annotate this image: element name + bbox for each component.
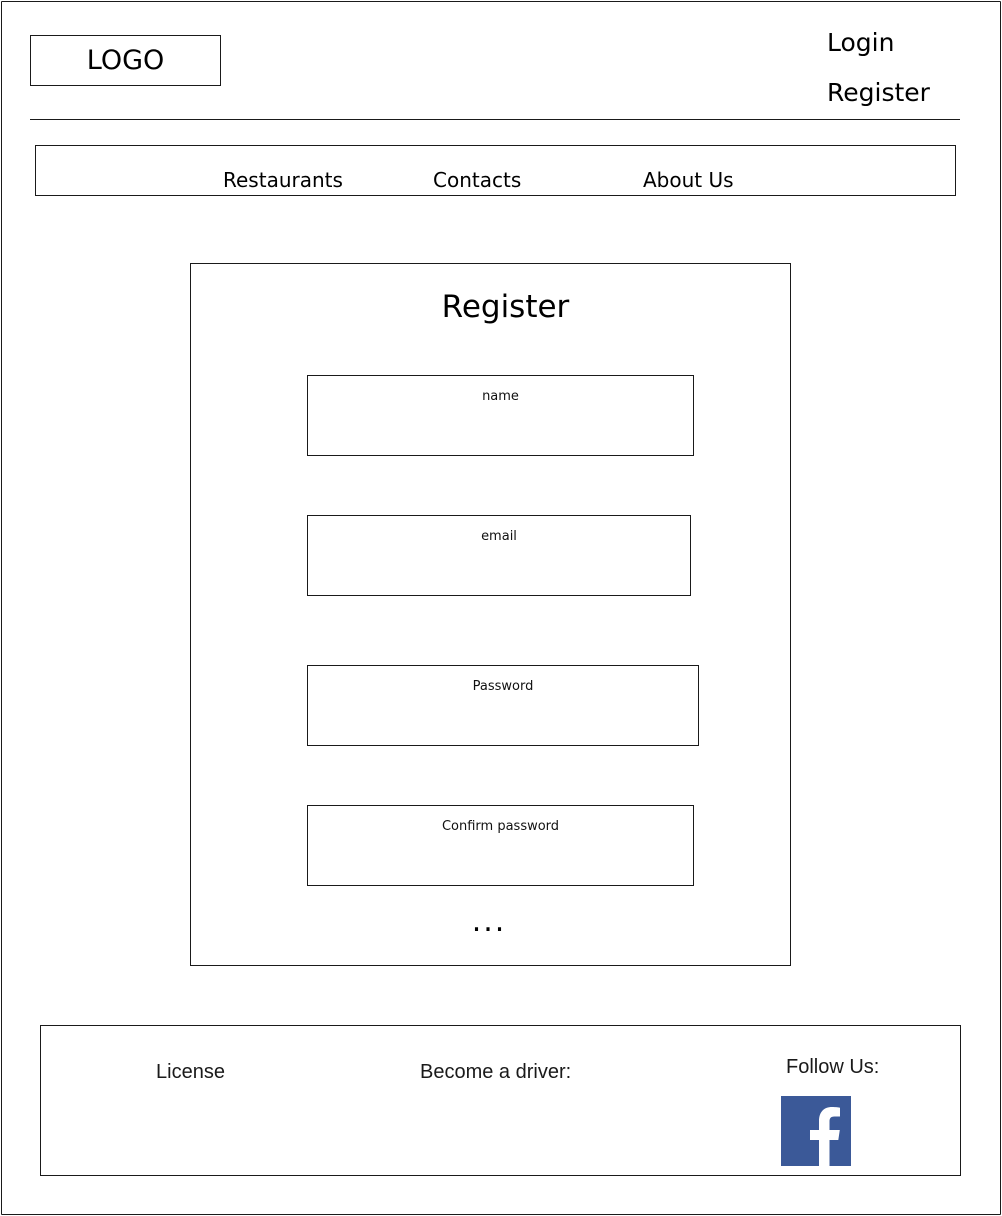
email-field-label: email	[481, 529, 517, 544]
nav-item-restaurants[interactable]: Restaurants	[223, 168, 343, 192]
login-link[interactable]: Login	[827, 28, 894, 57]
more-fields-indicator: ...	[471, 904, 507, 939]
confirm-password-field[interactable]: Confirm password	[307, 805, 694, 886]
register-title: Register	[441, 289, 570, 325]
register-card: Register name email Password Confirm pas…	[190, 263, 791, 966]
nav-item-contacts[interactable]: Contacts	[433, 168, 521, 192]
name-field-label: name	[482, 389, 519, 404]
facebook-icon[interactable]	[781, 1096, 851, 1166]
header-divider	[30, 119, 960, 120]
register-link[interactable]: Register	[827, 78, 930, 107]
nav-item-about-us[interactable]: About Us	[643, 168, 734, 192]
confirm-password-field-label: Confirm password	[441, 819, 560, 834]
email-field[interactable]: email	[307, 515, 691, 596]
license-link[interactable]: License	[156, 1061, 225, 1084]
logo[interactable]: LOGO	[30, 35, 221, 86]
footer: License Become a driver: Follow Us:	[40, 1025, 961, 1176]
password-field-label: Password	[472, 679, 534, 694]
name-field[interactable]: name	[307, 375, 694, 456]
become-driver-link[interactable]: Become a driver:	[420, 1061, 571, 1084]
logo-text: LOGO	[86, 45, 165, 76]
follow-us-label: Follow Us:	[786, 1056, 880, 1078]
nav-bar: Restaurants Contacts About Us	[35, 145, 956, 196]
password-field[interactable]: Password	[307, 665, 699, 746]
